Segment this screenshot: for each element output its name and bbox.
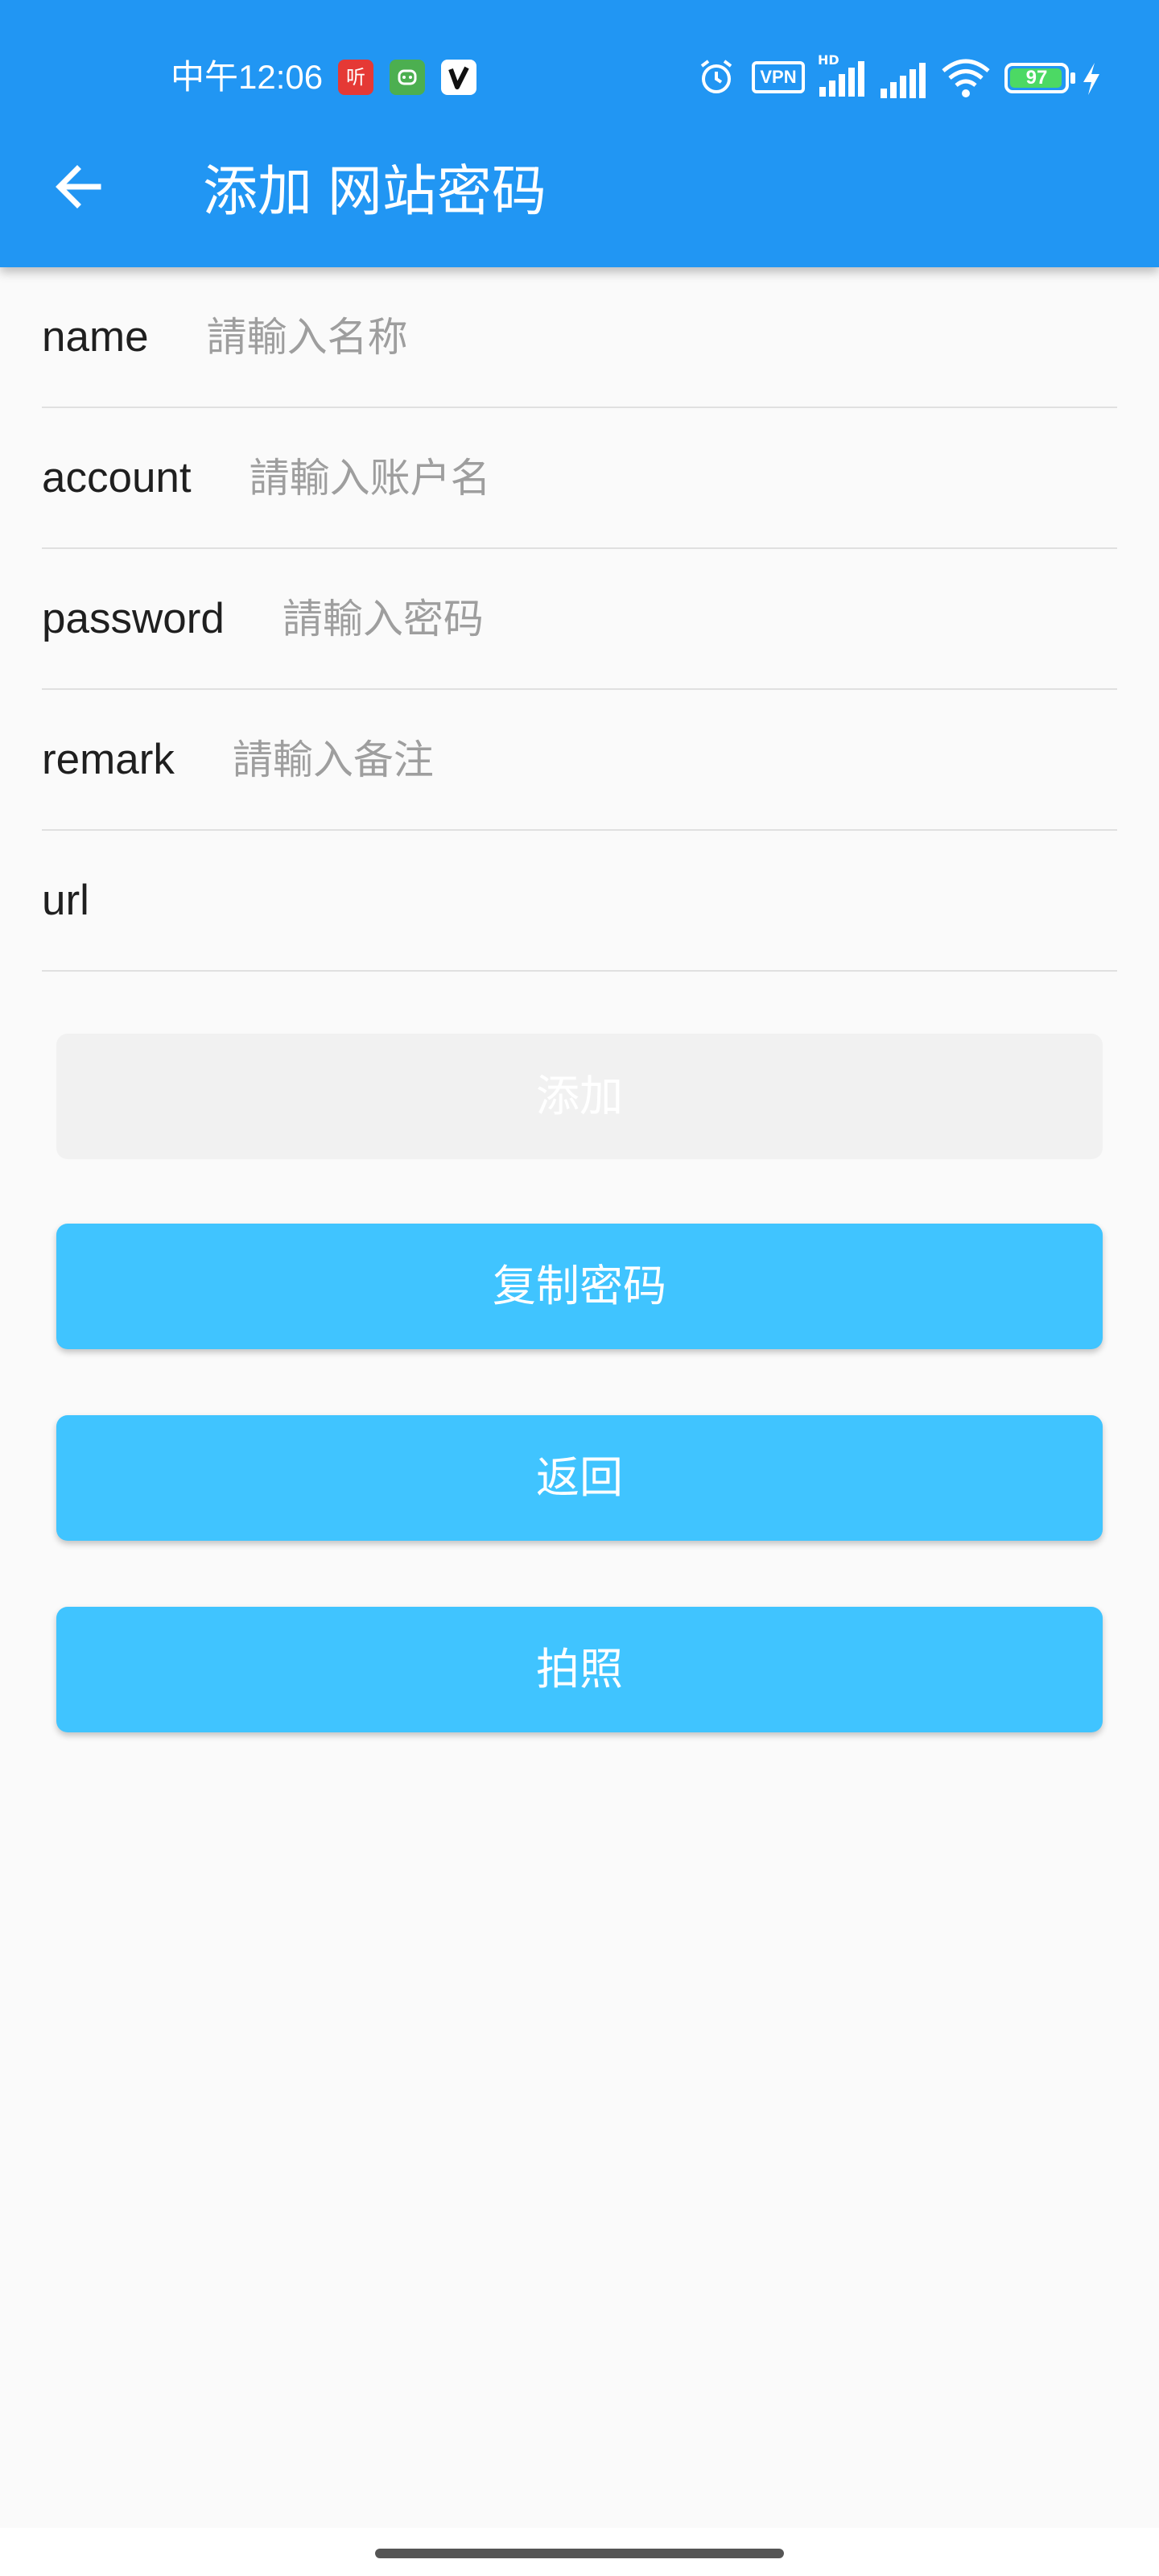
name-label: name: [42, 313, 149, 361]
battery-icon: 97: [1004, 63, 1069, 93]
vpn-icon: VPN: [752, 61, 805, 93]
account-field-row: account: [42, 408, 1117, 549]
back-arrow-button[interactable]: [40, 148, 118, 225]
add-button[interactable]: 添加: [56, 1034, 1103, 1159]
remark-input[interactable]: [232, 690, 1117, 829]
home-indicator[interactable]: [375, 2549, 784, 2558]
copy-password-button[interactable]: 复制密码: [56, 1224, 1103, 1349]
app-bar: 中午12:06 听 VPN HD 97 添加 网站密码: [0, 0, 1159, 267]
charging-icon: [1080, 61, 1103, 101]
url-input[interactable]: [146, 831, 1117, 970]
battery-level-text: 97: [1025, 67, 1048, 89]
status-time: 中午12:06: [171, 58, 324, 96]
name-field-row: name: [42, 267, 1117, 408]
remark-field-row: remark: [42, 690, 1117, 831]
password-field-row: password: [42, 549, 1117, 690]
account-label: account: [42, 454, 192, 502]
take-photo-button[interactable]: 拍照: [56, 1607, 1103, 1732]
url-label: url: [42, 877, 89, 924]
wifi-icon: [940, 55, 992, 104]
remark-label: remark: [42, 736, 175, 783]
back-button[interactable]: 返回: [56, 1415, 1103, 1541]
password-input[interactable]: [282, 549, 1117, 688]
svg-text:HD: HD: [818, 52, 839, 68]
account-input[interactable]: [249, 408, 1117, 547]
signal-icon: [879, 55, 930, 104]
svg-text:听: 听: [346, 66, 365, 89]
v-app-icon: [441, 60, 476, 95]
password-label: password: [42, 595, 225, 642]
page-title: 添加 网站密码: [203, 161, 547, 222]
url-field-row: url: [42, 831, 1117, 972]
status-bar: 中午12:06 听 VPN HD 97: [0, 48, 1159, 106]
battery-tip: [1070, 72, 1075, 84]
signal-icon: HD: [816, 52, 869, 104]
password-form: name account password remark url: [42, 267, 1117, 972]
ting-app-icon: 听: [338, 60, 373, 95]
arrow-left-icon: [56, 165, 101, 208]
alarm-icon: [695, 56, 737, 102]
name-input[interactable]: [206, 267, 1117, 407]
android-robot-icon: [390, 60, 425, 95]
